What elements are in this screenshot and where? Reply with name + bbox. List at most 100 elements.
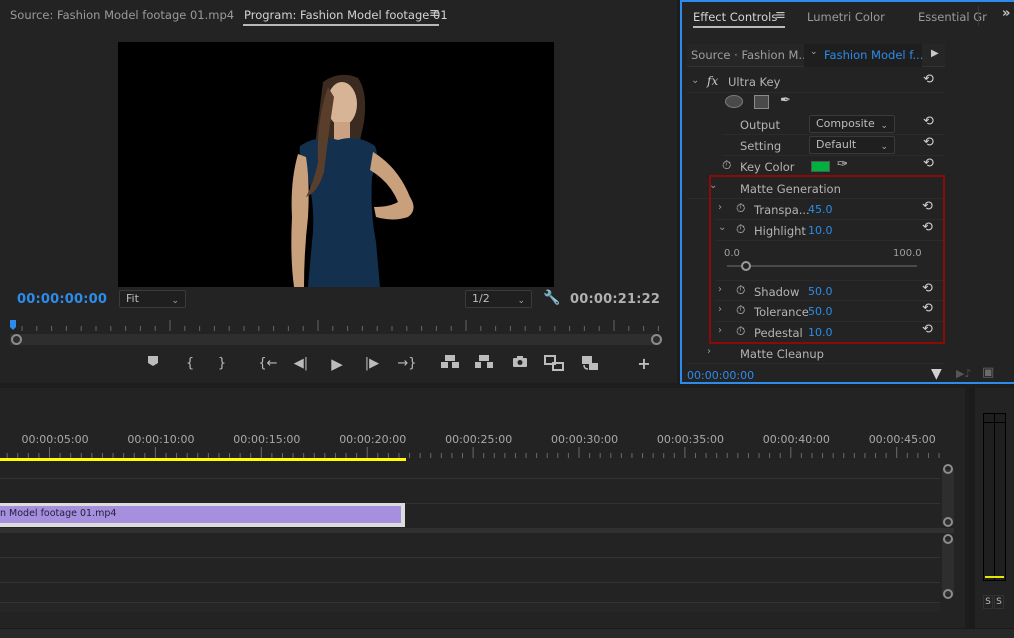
program-zoom-scrollbar[interactable] [10, 334, 660, 345]
chevron-down-icon: ⌄ [810, 47, 818, 57]
export-frame-button[interactable] [511, 355, 529, 373]
scroll-handle-top[interactable] [943, 534, 953, 544]
comparison-view-button[interactable] [544, 355, 564, 373]
chevron-down-icon: ⌄ [880, 121, 888, 131]
mark-out-button[interactable]: } [215, 355, 229, 373]
go-to-out-icon: →} [397, 356, 417, 371]
eyedropper-icon[interactable]: ✑ [837, 157, 848, 172]
resolution-value: 1/2 [472, 292, 490, 305]
meter-divider [994, 414, 995, 580]
key-color-row: ⏱ Key Color ✑ ⟲ [722, 156, 945, 177]
key-color-label: Key Color [740, 160, 795, 174]
effect-name: Ultra Key [728, 75, 781, 89]
program-time-ruler[interactable] [8, 318, 660, 334]
program-current-timecode[interactable]: 00:00:00:00 [17, 292, 107, 307]
tab-program-monitor[interactable]: Program: Fashion Model footage 01 [244, 8, 448, 22]
toggle-proxies-button[interactable] [580, 355, 600, 373]
output-select[interactable]: Composite ⌄ [809, 115, 895, 133]
matte-cleanup-group[interactable]: › Matte Cleanup [687, 343, 945, 364]
playback-resolution-select[interactable]: 1/2 ⌄ [465, 290, 532, 308]
solo-right-button[interactable]: S [994, 595, 1004, 609]
pen-mask-icon[interactable]: ✒ [780, 93, 791, 108]
go-to-in-button[interactable]: {← [258, 355, 278, 373]
tab-source-monitor[interactable]: Source: Fashion Model footage 01.mp4 [10, 8, 234, 22]
lift-button[interactable] [440, 355, 460, 373]
filter-icon[interactable]: ▼ [931, 366, 942, 382]
ruler-label: 00:00:25:00 [445, 433, 513, 446]
ultra-key-effect-row[interactable]: ⌄ fx Ultra Key ⟲ [687, 72, 945, 93]
camera-icon [513, 356, 527, 367]
export-icon[interactable]: ▣ [982, 365, 994, 380]
stopwatch-icon[interactable]: ⏱ [722, 158, 731, 173]
hamburger-icon[interactable]: ≡ [775, 8, 786, 23]
reset-icon[interactable]: ⟲ [923, 135, 934, 150]
ellipse-mask-icon[interactable] [725, 95, 743, 108]
play-audio-icon[interactable]: ▶♪ [956, 367, 971, 380]
scrollbar-start-handle[interactable] [11, 334, 22, 345]
reset-icon[interactable]: ⟲ [923, 72, 934, 87]
mark-in-button[interactable]: { [183, 355, 197, 373]
output-value: Composite [816, 117, 875, 130]
extract-button[interactable] [474, 355, 494, 373]
playhead-icon[interactable] [10, 320, 16, 330]
chevron-down-icon: ⌄ [880, 142, 888, 152]
track-divider [0, 478, 940, 479]
step-forward-icon: |▶ [364, 356, 380, 371]
ruler-label: 00:00:10:00 [127, 433, 195, 446]
chevron-down-icon: ⌄ [517, 296, 525, 306]
audio-tracks-scrollbar[interactable] [942, 539, 954, 595]
output-label: Output [740, 118, 780, 132]
go-to-in-icon: {← [258, 356, 278, 371]
wrench-icon[interactable]: 🔧 [543, 290, 560, 306]
play-button[interactable]: ▶ [328, 355, 346, 373]
lift-icon [441, 355, 459, 368]
program-monitor-panel: Source: Fashion Model footage 01.mp4 Pro… [0, 0, 677, 383]
scrollbar-end-handle[interactable] [651, 334, 662, 345]
scroll-handle-top[interactable] [943, 464, 953, 474]
double-chevron-right-icon[interactable]: » [1002, 6, 1010, 21]
tab-effect-controls[interactable]: Effect Controls [693, 10, 777, 24]
zoom-level-select[interactable]: Fit ⌄ [119, 290, 186, 308]
track-divider [0, 582, 940, 583]
tab-essential-graphics[interactable]: Essential Gr [918, 10, 987, 24]
effect-controls-timecode[interactable]: 00:00:00:00 [687, 369, 754, 382]
scroll-handle-bottom[interactable] [943, 589, 953, 599]
rectangle-mask-icon[interactable] [754, 95, 769, 109]
premiere-workspace: Source: Fashion Model footage 01.mp4 Pro… [0, 0, 1014, 638]
tab-lumetri-color[interactable]: Lumetri Color [807, 10, 885, 24]
step-back-button[interactable]: ◀| [292, 355, 310, 373]
go-to-out-button[interactable]: →} [397, 355, 417, 373]
ruler-label: 00:00:20:00 [339, 433, 407, 446]
solo-left-button[interactable]: S [983, 595, 993, 609]
step-back-icon: ◀| [293, 356, 309, 371]
comparison-icon [544, 355, 564, 371]
hamburger-icon[interactable]: ≡ [429, 6, 440, 21]
track-separator [0, 528, 954, 533]
scroll-handle-bottom[interactable] [943, 517, 953, 527]
show-timeline-toggle-icon[interactable]: ▶ [931, 48, 939, 59]
audio-meter-panel: S S [969, 388, 1014, 628]
chevron-right-icon[interactable]: › [707, 346, 711, 357]
video-clip-body[interactable]: n Model footage 01.mp4 [0, 506, 401, 523]
setting-select[interactable]: Default ⌄ [809, 136, 895, 154]
program-video-frame[interactable] [118, 42, 554, 287]
key-color-swatch[interactable] [811, 161, 830, 172]
effect-controls-source-bar: Source · Fashion M... ⌄ Fashion Model f.… [687, 44, 945, 67]
keyed-model-image [291, 74, 414, 287]
active-tab-underline [693, 26, 785, 28]
timeline-horizontal-scrollbar[interactable] [0, 603, 940, 612]
reset-icon[interactable]: ⟲ [923, 114, 934, 129]
work-area-bar[interactable] [0, 458, 406, 461]
fx-badge-icon[interactable]: fx [707, 74, 718, 88]
reset-icon[interactable]: ⟲ [923, 156, 934, 171]
source-clip-label[interactable]: Source · Fashion M... [691, 48, 809, 62]
ruler-label: 00:00:35:00 [656, 433, 724, 446]
step-forward-button[interactable]: |▶ [363, 355, 381, 373]
chevron-down-icon[interactable]: ⌄ [691, 75, 699, 86]
clip-label: n Model footage 01.mp4 [0, 508, 117, 519]
zoom-level-value: Fit [126, 292, 139, 305]
setting-row: Setting Default ⌄ ⟲ [722, 135, 945, 156]
button-editor-button[interactable]: + [636, 355, 652, 373]
add-marker-button[interactable] [145, 355, 161, 373]
sequence-clip-selector[interactable]: ⌄ Fashion Model f... [804, 44, 923, 67]
